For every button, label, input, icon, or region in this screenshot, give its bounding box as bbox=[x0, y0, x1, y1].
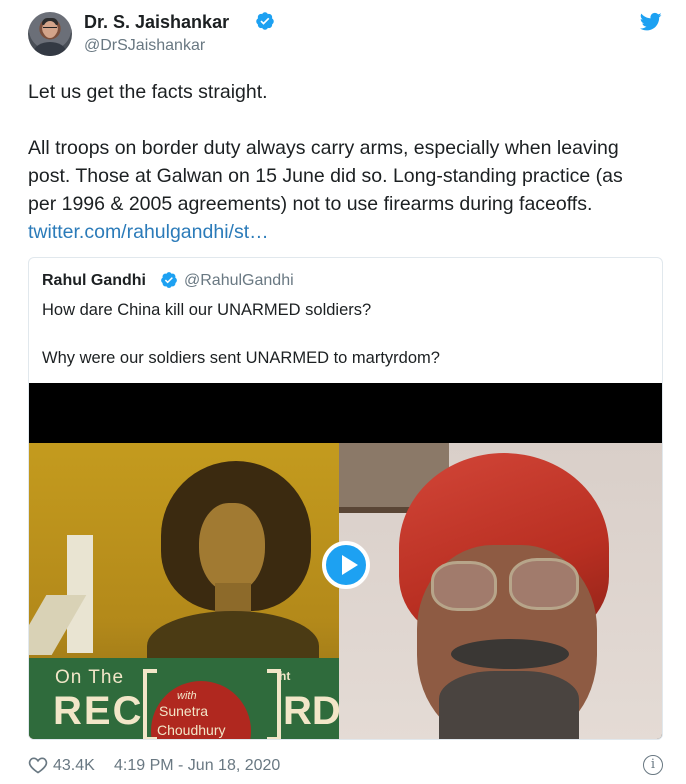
quoted-text-line-2: Why were our soldiers sent UNARMED to ma… bbox=[42, 349, 440, 367]
guest-glasses-right bbox=[509, 558, 579, 610]
tweet-timestamp[interactable]: 4:19 PM - Jun 18, 2020 bbox=[114, 757, 280, 775]
show-title-rd: RD bbox=[283, 689, 339, 733]
quoted-video[interactable]: On The REC with Sunetra Choudhury ht RD bbox=[29, 383, 662, 739]
verified-badge-icon bbox=[256, 12, 274, 30]
quoted-text-line-1: How dare China kill our UNARMED soldiers… bbox=[42, 301, 372, 319]
play-icon[interactable] bbox=[322, 541, 370, 589]
show-with-text: with bbox=[177, 690, 197, 702]
tweet-link[interactable]: twitter.com/rahulgandhi/st… bbox=[28, 221, 269, 243]
author-name[interactable]: Dr. S. Jaishankar bbox=[84, 12, 229, 33]
graphic-bar bbox=[67, 535, 93, 653]
video-left-panel: On The REC with Sunetra Choudhury ht RD bbox=[29, 443, 339, 739]
info-icon[interactable]: i bbox=[643, 755, 663, 775]
guest-beard bbox=[439, 671, 579, 739]
tweet-line-1: Let us get the facts straight. bbox=[28, 81, 268, 103]
show-title-on-the: On The bbox=[55, 667, 125, 688]
host-first-name: Sunetra bbox=[159, 703, 209, 719]
presenter-face bbox=[199, 503, 265, 593]
tweet-line-2: All troops on border duty always carry a… bbox=[28, 137, 619, 159]
heart-icon[interactable] bbox=[28, 755, 48, 775]
twitter-bird-icon[interactable] bbox=[640, 12, 662, 32]
verified-badge-icon bbox=[161, 272, 177, 288]
tweet-line-3: post. Those at Galwan on 15 June did so.… bbox=[28, 165, 623, 187]
quoted-author-name[interactable]: Rahul Gandhi bbox=[42, 272, 146, 290]
quoted-author-handle[interactable]: @RahulGandhi bbox=[184, 272, 294, 290]
host-last-name: Choudhury bbox=[157, 722, 226, 738]
guest-glasses-left bbox=[431, 561, 497, 611]
video-right-panel bbox=[339, 443, 662, 739]
tweet-line-4: per 1996 & 2005 agreements) not to use f… bbox=[28, 193, 593, 215]
show-title-ht: ht bbox=[279, 669, 291, 683]
tweet-footer: 43.4K 4:19 PM - Jun 18, 2020 i bbox=[28, 755, 663, 777]
tweet-text: Let us get the facts straight. All troop… bbox=[28, 78, 658, 246]
tweet-card: Dr. S. Jaishankar @DrSJaishankar Let us … bbox=[0, 0, 686, 784]
quoted-tweet[interactable]: Rahul Gandhi @RahulGandhi How dare China… bbox=[28, 257, 663, 740]
like-count[interactable]: 43.4K bbox=[53, 757, 95, 775]
show-title-rec: REC bbox=[53, 689, 144, 733]
avatar-glasses bbox=[43, 27, 57, 30]
guest-moustache bbox=[451, 639, 569, 669]
author-handle[interactable]: @DrSJaishankar bbox=[84, 37, 205, 55]
show-bracket-left bbox=[143, 669, 157, 739]
author-avatar[interactable] bbox=[28, 12, 72, 56]
avatar-shoulders bbox=[34, 42, 66, 56]
